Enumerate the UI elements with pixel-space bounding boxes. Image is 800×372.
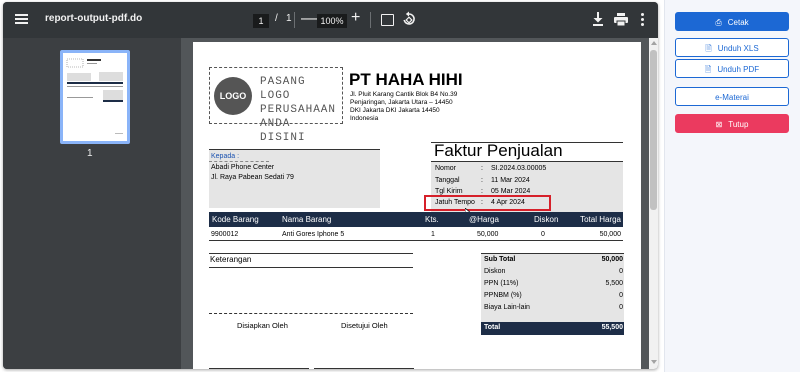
print-icon: ⎙ <box>715 18 722 27</box>
pdf-viewer: report-output-pdf.do 1 / 1 — 100% + 1 LO… <box>3 2 658 369</box>
col-total-header: Total Harga <box>580 215 621 224</box>
sign-approved-label: Disetujui Oleh <box>341 321 388 330</box>
file-icon: 🗎 <box>704 65 712 74</box>
invoice-field-colon: : <box>481 188 483 195</box>
invoice-field-colon: : <box>481 165 483 172</box>
sign-prepared-label: Disiapkan Oleh <box>237 321 288 330</box>
summary-row: PPN (11%) 5,500 <box>484 280 623 287</box>
vertical-scrollbar[interactable] <box>649 38 658 369</box>
unduh-pdf-button[interactable]: 🗎 Unduh PDF <box>675 59 789 78</box>
app-frame: report-output-pdf.do 1 / 1 — 100% + 1 LO… <box>0 0 800 372</box>
col-kts-header: Kts. <box>425 215 439 224</box>
cell-kts: 1 <box>431 231 435 238</box>
menu-icon[interactable] <box>14 12 30 28</box>
invoice-field-colon: : <box>481 177 483 184</box>
invoice-field-value: SI.2024.03.00005 <box>491 165 547 172</box>
customer-box: Kepada : Abadi Phone Center Jl. Raya Pab… <box>209 149 380 208</box>
fit-page-icon[interactable] <box>381 14 394 26</box>
action-panel: ⎙ Cetak 🗎 Unduh XLS 🗎 Unduh PDF e-Materai ⊠… <box>664 0 800 372</box>
invoice-field-label: Tgl Kirim <box>435 188 463 195</box>
invoice-field-label: Nomor <box>435 165 457 172</box>
cell-kode: 9900012 <box>211 231 239 238</box>
total-label: Total <box>484 324 501 331</box>
page-total: 1 <box>286 13 292 24</box>
tutup-button[interactable]: ⊠ Tutup <box>675 114 789 133</box>
thumbnail-sidebar: 1 <box>3 38 181 369</box>
item-table-header: Kode Barang Nama Barang Kts. @Harga Disk… <box>209 212 623 227</box>
invoice-field-value: 11 Mar 2024 <box>491 177 530 184</box>
customer-name: Abadi Phone Center <box>211 164 275 171</box>
file-icon: 🗎 <box>705 44 712 53</box>
summary-box: Sub Total 50,000 Diskon 0 PPN (11%) 5,50… <box>481 253 624 324</box>
toolbar-divider <box>370 12 371 28</box>
thumbnail-page-number: 1 <box>87 148 93 159</box>
scrollbar-thumb[interactable] <box>650 50 657 210</box>
summary-row: Biaya Lain-lain 0 <box>484 304 623 311</box>
keterangan-rule-top <box>209 253 413 254</box>
kepada-label: Kepada : <box>211 153 240 160</box>
due-date-highlight <box>424 195 551 211</box>
company-name: PT HAHA HIHI <box>349 70 463 89</box>
zoom-out-button[interactable]: — <box>301 10 317 28</box>
page-thumbnail[interactable] <box>60 50 130 144</box>
more-icon[interactable] <box>641 12 645 28</box>
invoice-field-value: 05 Mar 2024 <box>491 188 531 195</box>
summary-row: PPNBM (%) 0 <box>484 292 623 299</box>
summary-row: Diskon 0 <box>484 268 623 275</box>
page-number-input[interactable]: 1 <box>253 14 269 28</box>
unduh-xls-button[interactable]: 🗎 Unduh XLS <box>675 38 789 57</box>
logo-circle: LOGO <box>214 77 252 115</box>
cell-total: 50,000 <box>599 231 621 238</box>
zoom-level-input[interactable]: 100% <box>317 14 347 28</box>
summary-total-row: Total 55,500 <box>481 322 624 335</box>
print-icon[interactable] <box>614 13 628 26</box>
company-address: Jl. Pluit Karang Cantik Blok B4 No.39 Pe… <box>350 91 458 122</box>
page-thumbnail-preview <box>66 58 123 134</box>
total-value: 55,500 <box>601 324 623 331</box>
signature-rule <box>209 313 413 314</box>
cell-nama: Anti Gores Iphone 5 <box>282 231 345 238</box>
logo-placeholder: LOGO PASANG LOGO PERUSAHAAN ANDA DISINI <box>209 67 343 144</box>
document-title: report-output-pdf.do <box>45 13 143 24</box>
keterangan-label: Keterangan <box>210 255 252 264</box>
close-icon: ⊠ <box>715 120 723 129</box>
invoice-field-label: Tanggal <box>435 177 460 184</box>
pdf-toolbar: report-output-pdf.do 1 / 1 — 100% + <box>3 2 658 38</box>
page-separator: / <box>275 13 278 24</box>
scroll-up-icon[interactable] <box>651 41 657 45</box>
table-row: 9900012 Anti Gores Iphone 5 1 50,000 0 5… <box>209 228 623 241</box>
download-icon[interactable] <box>591 11 605 27</box>
keterangan-rule-bottom <box>209 267 413 268</box>
sign-line-approved <box>314 368 414 369</box>
cell-diskon: 0 <box>541 231 545 238</box>
zoom-in-button[interactable]: + <box>351 9 360 27</box>
cell-harga: 50,000 <box>477 231 499 238</box>
col-harga-header: @Harga <box>469 215 499 224</box>
cetak-button[interactable]: ⎙ Cetak <box>675 12 789 31</box>
e-materai-button[interactable]: e-Materai <box>675 87 789 106</box>
sign-line-prepared <box>209 368 309 369</box>
col-nama-header: Nama Barang <box>282 215 332 224</box>
scroll-down-icon[interactable] <box>651 360 657 364</box>
toolbar-divider <box>294 12 295 28</box>
customer-address: Jl. Raya Pabean Sedati 79 <box>211 174 294 181</box>
col-kode-header: Kode Barang <box>212 215 259 224</box>
rotate-icon[interactable] <box>401 11 417 27</box>
invoice-title: Faktur Penjualan <box>434 141 563 160</box>
pdf-page: LOGO PASANG LOGO PERUSAHAAN ANDA DISINI … <box>193 42 641 369</box>
kepada-divider <box>209 161 269 162</box>
col-diskon-header: Diskon <box>534 215 559 224</box>
summary-row: Sub Total 50,000 <box>484 256 623 263</box>
logo-placeholder-text: PASANG LOGO PERUSAHAAN ANDA DISINI <box>260 76 337 144</box>
